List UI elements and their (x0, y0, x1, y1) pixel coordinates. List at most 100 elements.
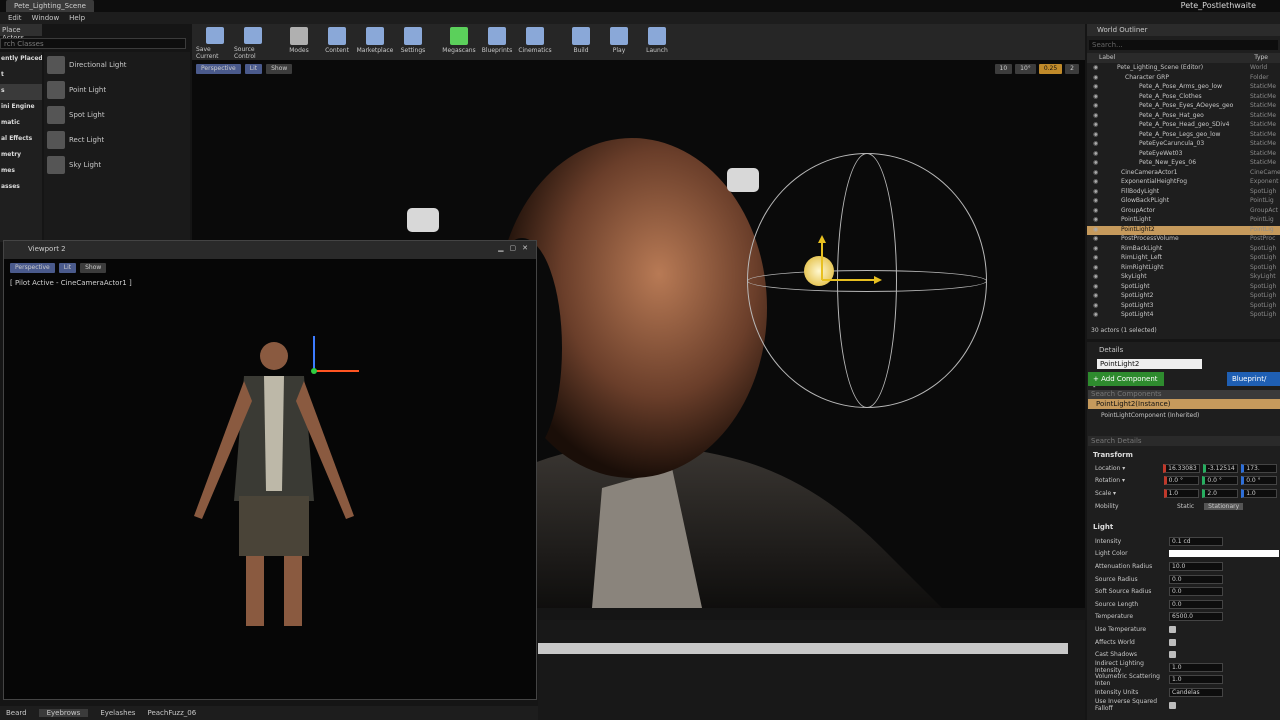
actor-item[interactable]: Sky Light (44, 152, 190, 177)
add-component-button[interactable]: + Add Component - (1088, 372, 1164, 391)
camera-speed-value[interactable]: 2 (1065, 64, 1079, 74)
save-current-button[interactable]: Save Current (196, 24, 234, 60)
class-search-input[interactable]: rch Classes (0, 38, 186, 49)
perspective-button[interactable]: Perspective (196, 64, 241, 74)
visibility-eye-icon[interactable]: ◉ (1093, 93, 1117, 103)
light-property-field[interactable]: 0.1 cd (1169, 536, 1223, 546)
light-property-field[interactable]: 10.0 (1169, 561, 1223, 571)
content-button[interactable]: Content (318, 24, 356, 60)
actor-item[interactable]: Directional Light (44, 52, 190, 77)
type-column-header[interactable]: Type (1254, 54, 1268, 62)
visibility-eye-icon[interactable]: ◉ (1093, 302, 1117, 312)
outliner-row[interactable]: ◉ Pete_A_Pose_Legs_geo_low StaticMe (1087, 131, 1280, 141)
transform-value-field[interactable]: 1.0 (1163, 488, 1200, 498)
outliner-row[interactable]: ◉ Pete_Lighting_Scene (Editor) World (1087, 64, 1280, 74)
tab-eyebrows[interactable]: Eyebrows (38, 709, 89, 717)
transform-value-field[interactable]: -3.12514 (1202, 463, 1239, 473)
outliner-row[interactable]: ◉ Pete_A_Pose_Head_geo_SDiv4 StaticMe (1087, 121, 1280, 131)
transform-value-field[interactable]: 173. (1241, 463, 1278, 473)
outliner-row[interactable]: ◉ Character GRP Folder (1087, 74, 1280, 84)
transform-section-title[interactable]: Transform (1093, 451, 1133, 459)
lit-button[interactable]: Lit (244, 64, 263, 74)
checkbox[interactable] (1169, 651, 1176, 659)
outliner-row[interactable]: ◉ PointLight2 PointLig (1087, 225, 1280, 236)
details-search-input[interactable]: Search Details (1088, 436, 1280, 446)
visibility-eye-icon[interactable]: ◉ (1093, 216, 1117, 226)
actor-item[interactable]: Rect Light (44, 127, 190, 152)
category-item[interactable]: asses (0, 180, 42, 196)
category-item[interactable]: ently Placed (0, 52, 42, 68)
vp2-lit-button[interactable]: Lit (58, 263, 77, 273)
visibility-eye-icon[interactable]: ◉ (1093, 311, 1117, 321)
spotlight-icon[interactable] (727, 168, 759, 192)
source-control-button[interactable]: Source Control (234, 24, 272, 60)
transform-value-field[interactable]: 1.0 (1241, 488, 1278, 498)
visibility-eye-icon[interactable]: ◉ (1093, 235, 1117, 245)
outliner-row[interactable]: ◉ SpotLight3 SpotLigh (1087, 302, 1280, 312)
cinematics-button[interactable]: Cinematics (516, 24, 554, 60)
marketplace-button[interactable]: Marketplace (356, 24, 394, 60)
blueprints-button[interactable]: Blueprints (478, 24, 516, 60)
outliner-row[interactable]: ◉ PeteEyeWet03 StaticMe (1087, 150, 1280, 160)
transform-label[interactable]: Location ▾ (1087, 465, 1163, 472)
tab-eyelashes[interactable]: Eyelashes (100, 709, 135, 717)
megascans-button[interactable]: Megascans (440, 24, 478, 60)
visibility-eye-icon[interactable]: ◉ (1093, 131, 1117, 141)
outliner-row[interactable]: ◉ SpotLight4 SpotLigh (1087, 311, 1280, 321)
outliner-row[interactable]: ◉ PeteEyeCaruncula_03 StaticMe (1087, 140, 1280, 150)
light-property-field[interactable]: Candelas (1169, 687, 1223, 697)
visibility-eye-icon[interactable]: ◉ (1093, 264, 1117, 274)
outliner-row[interactable]: ◉ SpotLight2 SpotLigh (1087, 292, 1280, 302)
tab-peachfuzz[interactable]: PeachFuzz_06 (147, 709, 196, 717)
checkbox[interactable] (1169, 625, 1176, 633)
label-column-header[interactable]: Label (1099, 54, 1115, 62)
category-item[interactable]: metry (0, 148, 42, 164)
menu-edit[interactable]: Edit (8, 14, 22, 22)
transform-value-field[interactable]: 0.0 ° (1241, 476, 1278, 486)
visibility-eye-icon[interactable]: ◉ (1093, 207, 1117, 217)
outliner-row[interactable]: ◉ GroupActor GroupAct (1087, 207, 1280, 217)
visibility-eye-icon[interactable]: ◉ (1093, 83, 1117, 93)
category-item[interactable]: s (0, 84, 42, 100)
selected-component[interactable]: PointLight2(Instance) (1088, 399, 1280, 409)
outliner-row[interactable]: ◉ Pete_A_Pose_Eyes_AOeyes_geo StaticMe (1087, 102, 1280, 112)
maximize-icon[interactable]: ▢ (510, 244, 517, 252)
visibility-eye-icon[interactable]: ◉ (1093, 197, 1117, 207)
outliner-row[interactable]: ◉ RimRightLight SpotLigh (1087, 264, 1280, 274)
actor-name-field[interactable]: PointLight2 (1097, 359, 1202, 369)
category-item[interactable]: mes (0, 164, 42, 180)
visibility-eye-icon[interactable]: ◉ (1093, 178, 1117, 188)
content-search-bar[interactable] (538, 643, 1068, 654)
spotlight-icon-2[interactable] (407, 208, 439, 232)
transform-value-field[interactable]: 16.33083 (1163, 463, 1200, 473)
outliner-row[interactable]: ◉ RimLight_Left SpotLigh (1087, 254, 1280, 264)
visibility-eye-icon[interactable]: ◉ (1093, 226, 1117, 236)
menu-help[interactable]: Help (69, 14, 85, 22)
outliner-row[interactable]: ◉ Pete_A_Pose_Hat_geo StaticMe (1087, 112, 1280, 122)
mobility-stationary[interactable]: Stationary (1204, 502, 1244, 510)
rotation-snap-value[interactable]: 10° (1015, 64, 1036, 74)
category-item[interactable]: ini Engine (0, 100, 42, 116)
menu-window[interactable]: Window (32, 14, 60, 22)
build-button[interactable]: Build (562, 24, 600, 60)
scale-snap-value[interactable]: 0.25 (1038, 64, 1063, 74)
viewport-2-window[interactable]: Viewport 2 ▁ ▢ ✕ Perspective Lit Show [ … (3, 240, 537, 700)
show-button[interactable]: Show (266, 64, 293, 74)
light-property-field[interactable]: 1.0 (1169, 662, 1223, 672)
visibility-eye-icon[interactable]: ◉ (1093, 112, 1117, 122)
transform-label[interactable]: Scale ▾ (1087, 490, 1164, 497)
actor-item[interactable]: Spot Light (44, 102, 190, 127)
transform-gizmo[interactable] (792, 235, 882, 295)
outliner-row[interactable]: ◉ FillBodyLight SpotLigh (1087, 188, 1280, 198)
transform-value-field[interactable]: 0.0 ° (1202, 476, 1239, 486)
settings-button[interactable]: Settings (394, 24, 432, 60)
category-item[interactable]: al Effects (0, 132, 42, 148)
visibility-eye-icon[interactable]: ◉ (1093, 245, 1117, 255)
light-color-swatch[interactable] (1169, 550, 1279, 558)
visibility-eye-icon[interactable]: ◉ (1093, 140, 1117, 150)
grid-snap-value[interactable]: 10 (994, 64, 1013, 74)
transform-value-field[interactable]: 0.0 ° (1163, 476, 1200, 486)
light-property-field[interactable]: 0.0 (1169, 599, 1223, 609)
tab-beard[interactable]: Beard (6, 709, 27, 717)
document-tab[interactable]: Pete_Lighting_Scene (6, 0, 94, 12)
